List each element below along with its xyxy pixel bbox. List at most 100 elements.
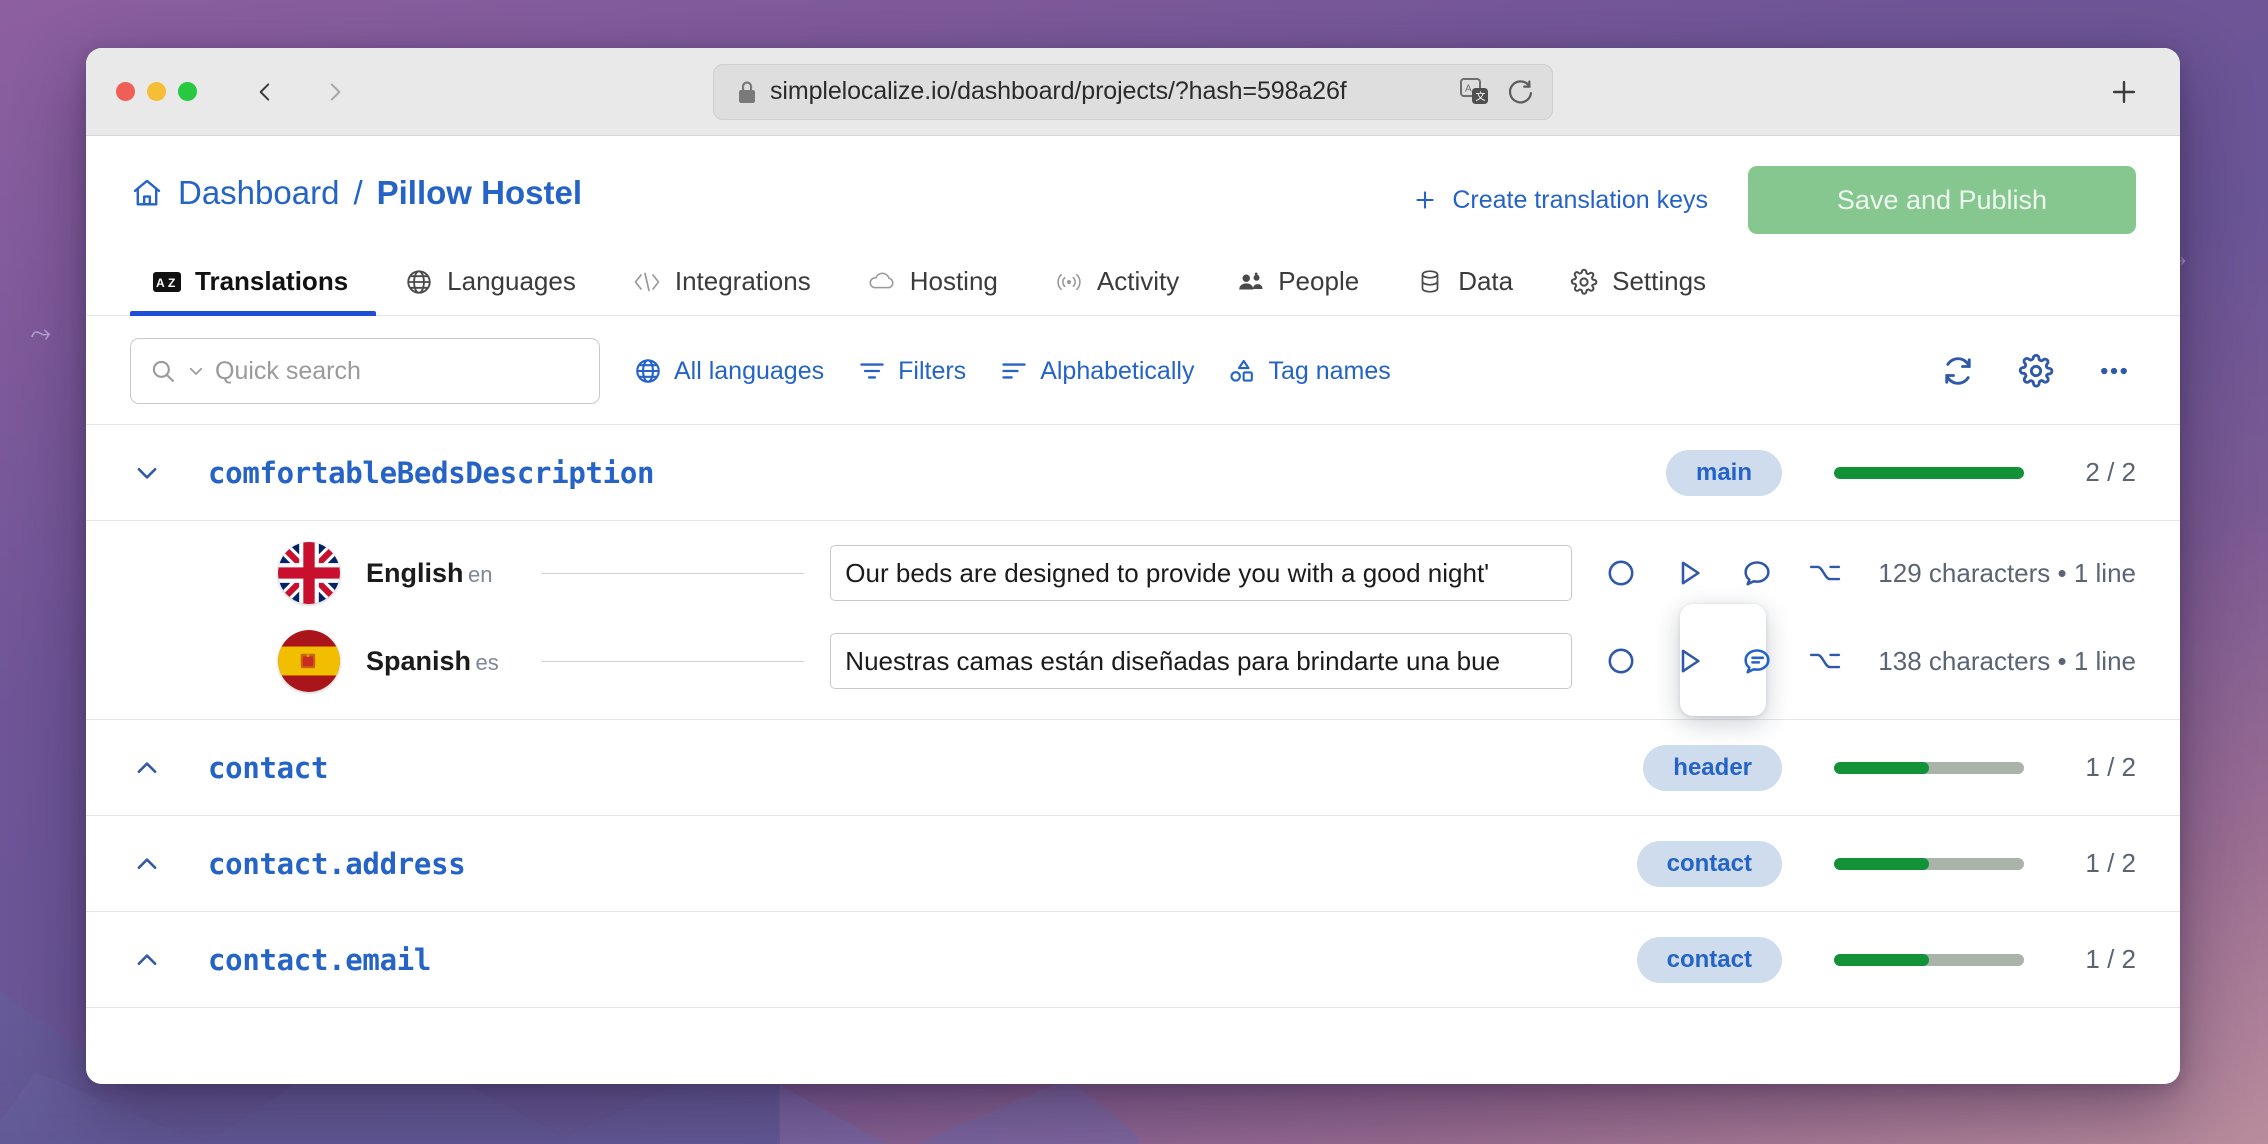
reload-icon[interactable]: [1506, 78, 1534, 106]
language-code: es: [475, 649, 499, 675]
tab-hosting[interactable]: Hosting: [839, 256, 1026, 315]
project-tabs: AZ Translations Languages Integrations H…: [86, 256, 2180, 316]
sort-button[interactable]: Alphabetically: [1000, 357, 1194, 386]
translation-key-row[interactable]: contact header 1 / 2: [86, 720, 2180, 816]
breadcrumb-dashboard-link[interactable]: Dashboard: [178, 174, 339, 212]
shuffle-icon[interactable]: [1802, 638, 1848, 684]
gear-icon[interactable]: [2014, 349, 2058, 393]
circle-icon[interactable]: [1598, 638, 1644, 684]
svg-text:文: 文: [1476, 90, 1486, 103]
progress-bar: [1834, 857, 2024, 870]
translation-meta: 138 characters • 1 line: [1878, 645, 2136, 676]
tab-settings-label: Settings: [1612, 266, 1707, 296]
maximize-window-button[interactable]: [178, 82, 197, 101]
back-button[interactable]: [243, 70, 287, 114]
refresh-icon[interactable]: [1936, 349, 1980, 393]
breadcrumb-separator: /: [353, 174, 363, 211]
code-brackets-icon: [632, 267, 662, 297]
more-horizontal-icon[interactable]: [2092, 349, 2136, 393]
tab-languages-label: Languages: [447, 266, 576, 296]
shuffle-icon[interactable]: [1802, 550, 1848, 596]
tab-data[interactable]: Data: [1387, 256, 1541, 315]
browser-navigation: [243, 70, 357, 114]
translation-row-actions: [1598, 604, 1848, 716]
header-actions: Create translation keys Save and Publish: [1412, 166, 2136, 234]
namespace-tag[interactable]: contact: [1636, 840, 1782, 887]
row-divider: [542, 572, 805, 574]
translation-key-name[interactable]: contact.address: [208, 847, 466, 881]
namespace-tag[interactable]: contact: [1636, 936, 1782, 983]
language-name: Spanish: [366, 645, 472, 676]
breadcrumb-project-name[interactable]: Pillow Hostel: [377, 174, 582, 212]
address-bar-url: simplelocalize.io/dashboard/projects/?ha…: [770, 77, 1347, 105]
language-info: English en: [366, 558, 516, 588]
tab-people[interactable]: People: [1207, 256, 1387, 315]
az-translate-icon: AZ: [152, 267, 182, 297]
search-dropdown-icon[interactable]: [187, 362, 205, 380]
filter-icon: [858, 357, 886, 385]
translation-input-en[interactable]: Our beds are designed to provide you wit…: [830, 545, 1573, 601]
browser-window: simplelocalize.io/dashboard/projects/?ha…: [86, 48, 2180, 1084]
progress-bar: [1834, 466, 2024, 479]
gear-icon: [1569, 267, 1599, 297]
lock-icon: [736, 79, 758, 105]
shapes-icon: [1228, 357, 1256, 385]
comment-icon[interactable]: [1734, 550, 1780, 596]
search-placeholder: Quick search: [215, 356, 361, 385]
translation-key-row[interactable]: contact.address contact 1 / 2: [86, 816, 2180, 912]
progress-count: 1 / 2: [2085, 752, 2136, 782]
minimize-window-button[interactable]: [147, 82, 166, 101]
all-languages-button[interactable]: All languages: [634, 357, 824, 386]
address-bar[interactable]: simplelocalize.io/dashboard/projects/?ha…: [713, 63, 1553, 120]
translation-key-row[interactable]: comfortableBedsDescription main 2 / 2: [86, 425, 2180, 521]
search-input[interactable]: Quick search: [130, 338, 600, 404]
circle-icon[interactable]: [1598, 550, 1644, 596]
translate-page-icon[interactable]: A文: [1460, 77, 1490, 106]
progress-bar: [1834, 953, 2024, 966]
chevron-up-icon[interactable]: [130, 753, 164, 783]
forward-button[interactable]: [313, 70, 357, 114]
progress-count: 1 / 2: [2085, 944, 2136, 974]
translation-key-list: comfortableBedsDescription main 2 / 2 En…: [86, 425, 2180, 1084]
chevron-up-icon[interactable]: [130, 849, 164, 879]
tab-activity[interactable]: Activity: [1026, 256, 1207, 315]
tab-settings[interactable]: Settings: [1541, 256, 1734, 315]
play-icon[interactable]: [1666, 550, 1712, 596]
progress-bar: [1834, 761, 2024, 774]
namespace-tag[interactable]: main: [1665, 449, 1782, 496]
translation-rows: English en Our beds are designed to prov…: [86, 521, 2180, 720]
tab-integrations-label: Integrations: [674, 266, 811, 296]
chevron-down-icon[interactable]: [130, 458, 164, 488]
save-and-publish-button[interactable]: Save and Publish: [1748, 166, 2136, 234]
wallpaper-bird-icon: ⤳: [28, 316, 53, 350]
translation-key-row[interactable]: contact.email contact 1 / 2: [86, 912, 2180, 1008]
translation-key-name[interactable]: contact.email: [208, 943, 431, 977]
tab-people-label: People: [1278, 266, 1360, 296]
tag-names-label: Tag names: [1268, 356, 1391, 385]
translation-key-name[interactable]: contact: [208, 751, 328, 785]
translation-key-name[interactable]: comfortableBedsDescription: [208, 456, 654, 490]
flag-gb-icon: [278, 542, 340, 604]
play-icon[interactable]: [1666, 638, 1712, 684]
tab-translations[interactable]: AZ Translations: [130, 256, 377, 316]
new-tab-button[interactable]: [2102, 70, 2146, 114]
tab-integrations[interactable]: Integrations: [604, 256, 839, 315]
tab-data-label: Data: [1458, 266, 1514, 296]
translation-input-es[interactable]: Nuestras camas están diseñadas para brin…: [830, 633, 1573, 689]
translation-row: English en Our beds are designed to prov…: [86, 529, 2180, 617]
globe-icon: [634, 357, 662, 385]
namespace-tag[interactable]: header: [1643, 744, 1782, 791]
translation-input-value: Our beds are designed to provide you wit…: [845, 557, 1490, 588]
desktop-wallpaper: ⤳ ⤳ ⤳ simplelocalize.i: [0, 0, 2268, 1144]
tag-names-button[interactable]: Tag names: [1228, 356, 1391, 386]
close-window-button[interactable]: [116, 82, 135, 101]
language-code: en: [467, 561, 493, 587]
comment-icon[interactable]: [1734, 638, 1780, 684]
tab-languages[interactable]: Languages: [376, 256, 604, 315]
create-translation-keys-button[interactable]: Create translation keys: [1412, 186, 1708, 215]
app-content: Dashboard / Pillow Hostel Create transla…: [86, 136, 2180, 1084]
filters-button[interactable]: Filters: [858, 357, 966, 386]
chevron-up-icon[interactable]: [130, 945, 164, 975]
home-icon[interactable]: [130, 176, 164, 210]
translation-row-actions: [1598, 550, 1848, 596]
